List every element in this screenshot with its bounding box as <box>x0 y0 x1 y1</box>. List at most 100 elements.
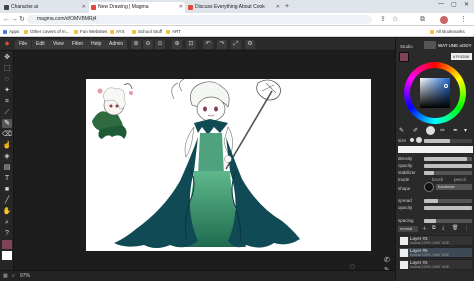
grid-icon[interactable]: ▦ <box>3 273 8 279</box>
forward-icon[interactable]: → <box>11 15 18 24</box>
close-tab-icon[interactable]: ✕ <box>276 2 280 13</box>
airbrush-icon[interactable]: ✑ <box>440 127 445 134</box>
artwork <box>92 79 300 248</box>
duplicate-layer-icon[interactable]: ⧉ <box>432 225 436 231</box>
brush-tool-icon[interactable]: ✎ <box>399 127 404 134</box>
add-layer-icon[interactable]: ＋ <box>422 225 427 232</box>
hex-input[interactable]: #7F4258 <box>451 53 472 60</box>
opacity2-label: opacity <box>398 205 413 210</box>
minimize-icon[interactable]: — <box>438 1 444 7</box>
primary-swatch[interactable] <box>399 52 409 62</box>
bookmark-art[interactable]: ART <box>166 27 181 36</box>
primary-color-swatch[interactable] <box>2 240 12 249</box>
extensions-icon[interactable]: ⧉ <box>420 15 425 24</box>
magma-logo-icon[interactable]: ◆ <box>2 40 12 49</box>
menu-edit[interactable]: Edit <box>32 40 49 49</box>
menu-kebab-icon[interactable]: ⋮ <box>460 15 467 24</box>
shape-icon[interactable]: ■ <box>2 185 12 194</box>
opacity2-slider[interactable] <box>424 206 472 210</box>
bookmark-other-covers[interactable]: Other covers of m... <box>24 27 70 36</box>
tab-character-ai[interactable]: Character.ai ✕ <box>2 2 88 13</box>
help-icon[interactable]: ? <box>2 229 12 238</box>
menu-view[interactable]: View <box>49 40 68 49</box>
bookmark-apps[interactable]: Apps <box>3 27 19 36</box>
magic-wand-icon[interactable]: ✦ <box>2 86 12 95</box>
brush-dot-small[interactable] <box>410 138 414 142</box>
tab-discuss[interactable]: Discuss Everything About Cook ✕ <box>186 2 282 13</box>
brush-icon[interactable]: ✎ <box>2 119 12 128</box>
crop-icon[interactable]: ⌗ <box>2 97 12 106</box>
user-avatar[interactable] <box>424 41 436 49</box>
zoom-out-icon[interactable]: ⊖ <box>143 40 153 49</box>
maximize-icon[interactable]: ▢ <box>451 1 457 8</box>
density-slider[interactable] <box>424 157 472 161</box>
close-window-icon[interactable]: ✕ <box>464 1 469 8</box>
rect-select-icon[interactable]: ⬚ <box>2 64 12 73</box>
eraser-icon[interactable]: ⌫ <box>2 130 12 139</box>
phone-icon[interactable]: ✆ <box>384 256 390 264</box>
layer-menu-icon[interactable]: ⋮ <box>464 225 469 231</box>
pencil-tool-icon[interactable]: ✐ <box>413 127 418 134</box>
reload-icon[interactable]: ↻ <box>19 15 25 24</box>
undo-icon[interactable]: ↶ <box>203 40 213 49</box>
blend-mode-select[interactable]: normal <box>398 226 418 232</box>
close-tab-icon[interactable]: ✕ <box>179 2 183 13</box>
share-icon[interactable]: ⇪ <box>380 15 386 24</box>
text-icon[interactable]: T <box>2 174 12 183</box>
brush-shape-preview[interactable] <box>424 182 434 192</box>
size-slider[interactable]: 22px <box>424 139 472 147</box>
tab-magma[interactable]: New Drawing | Magma ✕ <box>89 2 185 13</box>
smudge-icon[interactable]: ☝ <box>2 141 12 150</box>
redo-icon[interactable]: ↷ <box>217 40 227 49</box>
spread-slider[interactable] <box>424 199 472 203</box>
gradient-icon[interactable]: ▤ <box>2 163 12 172</box>
star-icon[interactable]: ☆ <box>392 15 398 24</box>
round-brush-icon[interactable] <box>426 126 435 135</box>
fit-screen-icon[interactable]: ⊡ <box>186 40 196 49</box>
brush-dot-large[interactable] <box>416 137 422 143</box>
all-bookmarks[interactable]: All Bookmarks <box>430 27 465 36</box>
menu-filter[interactable]: Filter <box>68 40 88 49</box>
menu-help[interactable]: Help <box>87 40 106 49</box>
secondary-color-swatch[interactable] <box>2 251 12 260</box>
close-tab-icon[interactable]: ✕ <box>82 2 86 13</box>
fill-icon[interactable]: ✒ <box>453 127 458 134</box>
fullscreen-icon[interactable]: ⤢ <box>231 40 241 49</box>
zoom-tool-icon[interactable]: ⌕ <box>2 218 12 227</box>
stabilizer-slider[interactable] <box>424 171 472 175</box>
settings-icon[interactable]: ⚙ <box>245 40 255 49</box>
url-field[interactable]: magma.com/d/OMVBMRj4 <box>27 15 372 24</box>
hardness-field[interactable]: hardness <box>436 184 472 190</box>
spacing-slider[interactable] <box>424 219 472 223</box>
saturation-square[interactable] <box>420 78 450 108</box>
bookmark-school-stuff[interactable]: School Stuff <box>132 27 162 36</box>
eyedropper-icon[interactable]: ⟋ <box>2 108 12 117</box>
menu-file[interactable]: File <box>15 40 32 49</box>
hand-icon[interactable]: ✋ <box>2 207 12 216</box>
layer-row[interactable]: Layer #3 normal 100% | WAT UNE <box>398 235 473 246</box>
lasso-icon[interactable]: ◌ <box>2 75 12 84</box>
profile-avatar[interactable] <box>440 16 448 24</box>
move-tool-icon[interactable]: ✥ <box>2 53 12 62</box>
merge-layer-icon[interactable]: ⤓ <box>442 225 444 231</box>
bookmark-fun-websites[interactable]: Fun Websites <box>74 27 107 36</box>
more-icon[interactable]: ▾ <box>464 127 467 134</box>
layer-row[interactable]: Layer #5 normal 100% | WAT UNE <box>398 247 473 258</box>
mode-pencil[interactable]: pencil <box>454 177 466 182</box>
delete-layer-icon[interactable]: 🗑 <box>452 225 458 231</box>
paint-bucket-icon[interactable]: ◈ <box>2 152 12 161</box>
zoom-fit-icon[interactable]: ⊕ <box>172 40 182 49</box>
color-wheel[interactable] <box>404 62 466 124</box>
bookmark-ays[interactable]: AYS <box>110 27 125 36</box>
opacity-slider[interactable] <box>424 164 472 168</box>
mode-brush[interactable]: brush <box>432 177 443 182</box>
color-picker-handle[interactable] <box>444 84 448 88</box>
drawing-canvas[interactable] <box>86 79 371 251</box>
zoom-reset-icon[interactable]: ⊙ <box>155 40 165 49</box>
zoom-in-icon[interactable]: ⊕ <box>131 40 141 49</box>
layer-row[interactable]: Layer #2 normal 100% | WAT UNE <box>398 259 473 270</box>
line-icon[interactable]: ╱ <box>2 196 12 205</box>
menu-admin[interactable]: Admin <box>105 40 128 49</box>
back-icon[interactable]: ← <box>3 15 10 24</box>
new-tab-button[interactable]: + <box>285 2 289 11</box>
